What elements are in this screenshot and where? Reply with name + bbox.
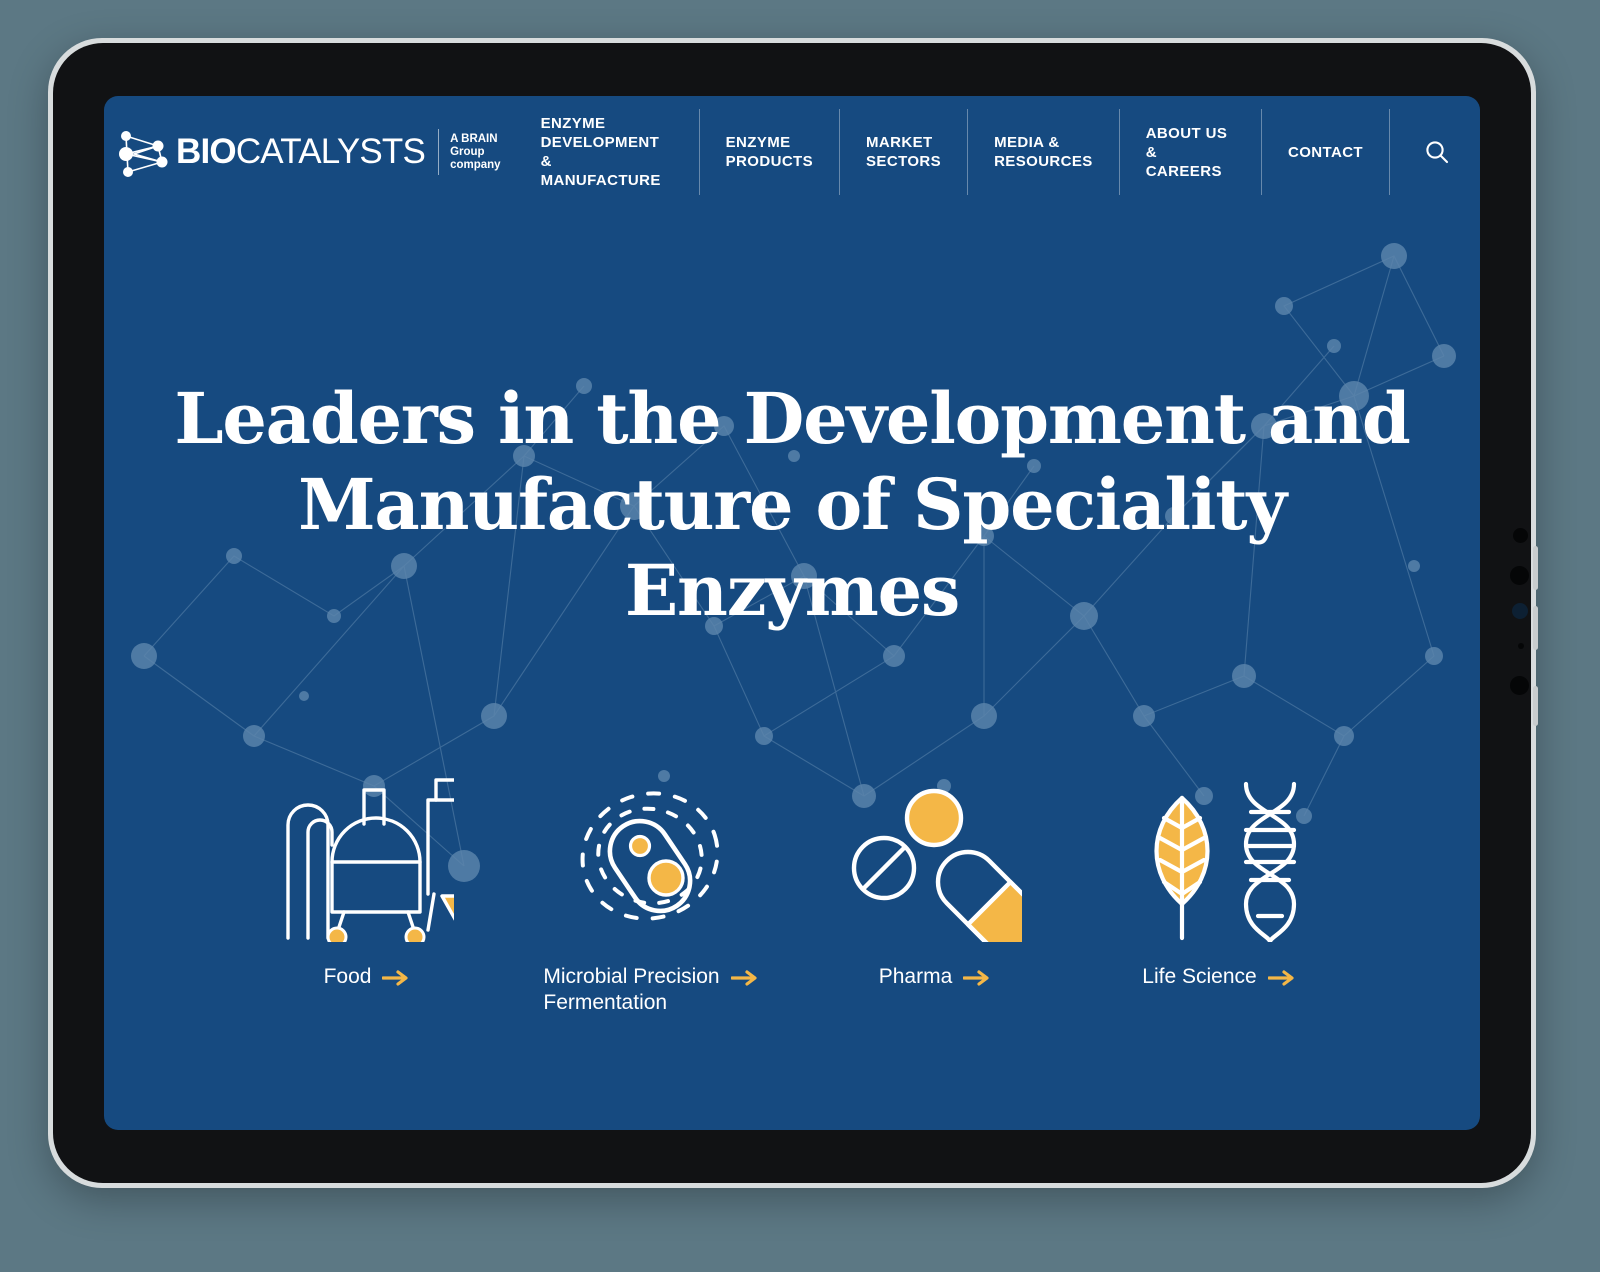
nav-item-about-us-careers[interactable]: ABOUT US & CAREERS xyxy=(1118,109,1261,195)
tablet-device-frame: BIOCATALYSTS A BRAIN Group company ENZYM… xyxy=(48,38,1538,1188)
biocatalysts-network-mark-icon xyxy=(119,131,168,177)
pills-capsule-icon xyxy=(851,788,1022,942)
nav-item-media-resources[interactable]: MEDIA & RESOURCES xyxy=(967,109,1119,195)
leaf-dna-icon xyxy=(1154,781,1297,942)
microbe-cell-icon xyxy=(580,791,720,921)
food-label-row: Food xyxy=(324,964,409,990)
volume-up-button[interactable] xyxy=(1533,546,1538,590)
arrow-right-icon xyxy=(1267,970,1294,986)
arrow-right-icon xyxy=(382,970,409,986)
main-navigation: ENZYME DEVELOPMENT & MANUFACTURE ENZYME … xyxy=(541,109,1480,195)
category-label-pharma: Pharma xyxy=(878,965,953,988)
logo-word-catalysts: CATALYSTS xyxy=(235,132,426,171)
logo-tagline-line-3: company xyxy=(450,158,501,171)
logo-divider xyxy=(438,129,440,175)
category-label-food: Food xyxy=(323,965,372,988)
life-science-label-row: Life Science xyxy=(1142,964,1294,990)
category-card-microbial-precision-fermentation[interactable]: Microbial Precision Fermentation xyxy=(508,766,792,1016)
market-sector-links: Food Microbial Precision Fermentation Ph… xyxy=(104,766,1480,1016)
arrow-right-icon xyxy=(730,970,757,986)
bezel-sensor-dot-2 xyxy=(1510,566,1529,585)
hero-section: Leaders in the Development and Manufactu… xyxy=(104,376,1480,634)
arrow-right-icon xyxy=(963,970,989,986)
nav-item-enzyme-development-manufacture[interactable]: ENZYME DEVELOPMENT & MANUFACTURE xyxy=(541,109,699,195)
life-science-icon-wrap xyxy=(1130,766,1306,946)
nav-item-enzyme-products[interactable]: ENZYME PRODUCTS xyxy=(698,109,839,195)
category-label-microbial-precision-fermentation: Microbial Precision Fermentation xyxy=(543,965,720,1014)
bezel-sensor-dot-4 xyxy=(1510,676,1529,695)
hero-heading-line-1: Leaders in the Development and xyxy=(174,377,1411,460)
page-title: Leaders in the Development and Manufactu… xyxy=(164,376,1420,634)
fermentation-tank-icon xyxy=(286,778,454,942)
site-header: BIOCATALYSTS A BRAIN Group company ENZYM… xyxy=(104,96,1480,208)
hero-heading-line-2: Manufacture of Speciality Enzymes xyxy=(298,463,1287,632)
microbial-label-row: Microbial Precision Fermentation xyxy=(543,964,757,1016)
category-label-life-science: Life Science xyxy=(1142,965,1257,988)
logo-tagline: A BRAIN Group company xyxy=(450,133,501,172)
brand-logo[interactable]: BIOCATALYSTS A BRAIN Group company xyxy=(118,124,517,180)
category-card-pharma[interactable]: Pharma xyxy=(792,766,1076,990)
nav-item-contact[interactable]: CONTACT xyxy=(1260,109,1389,195)
logo-tagline-line-2: Group xyxy=(450,145,485,158)
power-button[interactable] xyxy=(1533,686,1538,726)
search-button[interactable] xyxy=(1389,109,1480,195)
volume-down-button[interactable] xyxy=(1533,606,1538,650)
logo-tagline-line-1: A BRAIN xyxy=(450,132,498,145)
browser-screen: BIOCATALYSTS A BRAIN Group company ENZYM… xyxy=(104,96,1480,1130)
pharma-icon-wrap xyxy=(846,766,1022,946)
microbe-icon-wrap xyxy=(562,766,738,946)
bezel-camera-dot xyxy=(1512,603,1528,619)
bezel-sensor-dot-1 xyxy=(1513,528,1528,543)
category-card-life-science[interactable]: Life Science xyxy=(1076,766,1360,990)
category-card-food[interactable]: Food xyxy=(224,766,508,990)
search-icon xyxy=(1426,141,1449,164)
bezel-sensor-dot-3 xyxy=(1518,643,1524,649)
logo-word-bio: BIO xyxy=(176,132,237,171)
nav-item-market-sectors[interactable]: MARKET SECTORS xyxy=(839,109,967,195)
logo-wordmark: BIOCATALYSTS xyxy=(176,132,426,172)
food-icon-wrap xyxy=(278,766,454,946)
pharma-label-row: Pharma xyxy=(879,964,990,990)
